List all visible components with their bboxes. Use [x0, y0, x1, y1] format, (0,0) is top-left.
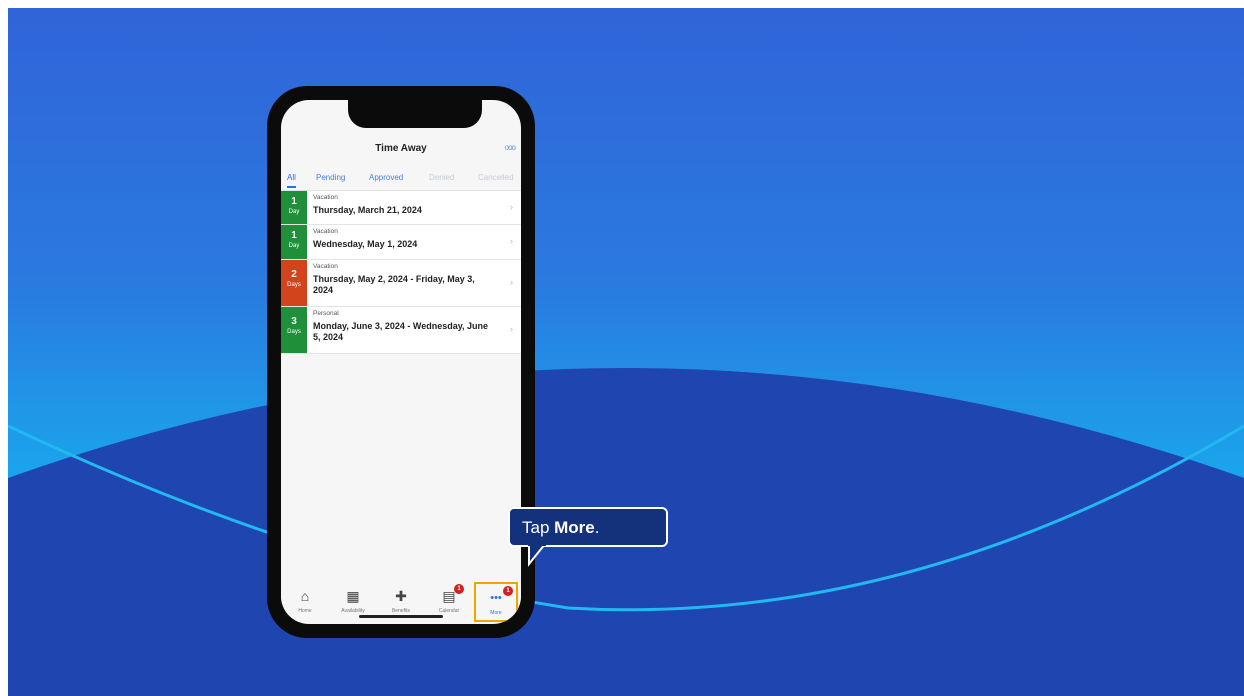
instruction-callout: Tap More.: [508, 507, 668, 547]
request-type: Vacation: [313, 228, 338, 235]
days-count: 1: [291, 230, 297, 241]
phone-frame: Time Away ooo All Pending Approved Denie…: [267, 86, 535, 638]
request-date: Thursday, March 21, 2024: [313, 205, 422, 215]
chevron-right-icon: ›: [510, 236, 513, 246]
tabbar-label: More: [490, 610, 502, 616]
list-item[interactable]: 3 Days Personal Monday, June 3, 2024 - W…: [281, 307, 521, 354]
benefits-icon: ✚: [395, 588, 407, 604]
callout-text: Tap More.: [522, 518, 600, 538]
chevron-right-icon: ›: [510, 277, 513, 287]
request-date: Wednesday, May 1, 2024: [313, 239, 418, 249]
days-badge: 3 Days: [281, 307, 307, 353]
days-unit: Day: [288, 243, 300, 249]
tab-cancelled[interactable]: Cancelled: [478, 173, 514, 183]
request-type: Vacation: [313, 263, 338, 270]
notification-badge: 1: [503, 586, 513, 596]
tabbar-more[interactable]: ••• More 1: [474, 582, 518, 622]
tab-all[interactable]: All: [287, 173, 296, 188]
overflow-menu-icon[interactable]: ooo: [505, 143, 516, 152]
days-count: 2: [291, 269, 297, 280]
tabbar-label: Home: [298, 608, 312, 614]
tab-pending[interactable]: Pending: [316, 173, 345, 183]
tabbar-home[interactable]: ⌂ Home: [283, 582, 327, 622]
days-count: 3: [291, 316, 297, 327]
page-title: Time Away: [375, 143, 427, 154]
days-count: 1: [291, 196, 297, 207]
home-indicator: [359, 615, 443, 618]
calendar-icon: ▤: [442, 588, 456, 604]
time-away-list: 1 Day Vacation Thursday, March 21, 2024 …: [281, 191, 521, 354]
chevron-right-icon: ›: [510, 201, 513, 212]
tabbar-label: Calendar: [438, 608, 460, 614]
callout-emphasis: More: [554, 518, 595, 537]
days-badge: 1 Day: [281, 225, 307, 259]
background-waves: [8, 368, 1244, 696]
request-date: Thursday, May 2, 2024 - Friday, May 3, 2…: [313, 274, 475, 295]
app-header: Time Away ooo: [281, 136, 521, 162]
home-icon: ⌂: [300, 588, 310, 604]
tabbar-label: Availability: [341, 608, 365, 614]
callout-suffix: .: [594, 518, 600, 537]
notification-badge: 1: [454, 584, 464, 594]
request-date: Monday, June 3, 2024 - Wednesday, June 5…: [313, 321, 489, 342]
callout-pointer: [528, 544, 546, 567]
days-badge: 2 Days: [281, 260, 307, 306]
days-badge: 1 Day: [281, 191, 307, 224]
days-unit: Day: [288, 209, 300, 215]
tab-denied[interactable]: Denied: [429, 173, 454, 183]
list-item[interactable]: 1 Day Vacation Thursday, March 21, 2024 …: [281, 191, 521, 225]
request-type: Vacation: [313, 194, 338, 201]
callout-prefix: Tap: [522, 518, 555, 537]
phone-screen: Time Away ooo All Pending Approved Denie…: [281, 100, 521, 624]
list-item[interactable]: 1 Day Vacation Wednesday, May 1, 2024 ›: [281, 225, 521, 260]
tab-approved[interactable]: Approved: [369, 173, 403, 183]
status-tabs: All Pending Approved Denied Cancelled: [281, 168, 521, 191]
request-type: Personal: [313, 310, 339, 317]
list-item[interactable]: 2 Days Vacation Thursday, May 2, 2024 - …: [281, 260, 521, 307]
days-unit: Days: [287, 329, 301, 335]
tutorial-slide: Time Away ooo All Pending Approved Denie…: [8, 8, 1244, 696]
days-unit: Days: [287, 282, 301, 288]
chevron-right-icon: ›: [510, 324, 513, 334]
availability-icon: ▦: [346, 588, 360, 604]
phone-notch: [348, 100, 482, 128]
tabbar-label: Benefits: [391, 608, 411, 614]
